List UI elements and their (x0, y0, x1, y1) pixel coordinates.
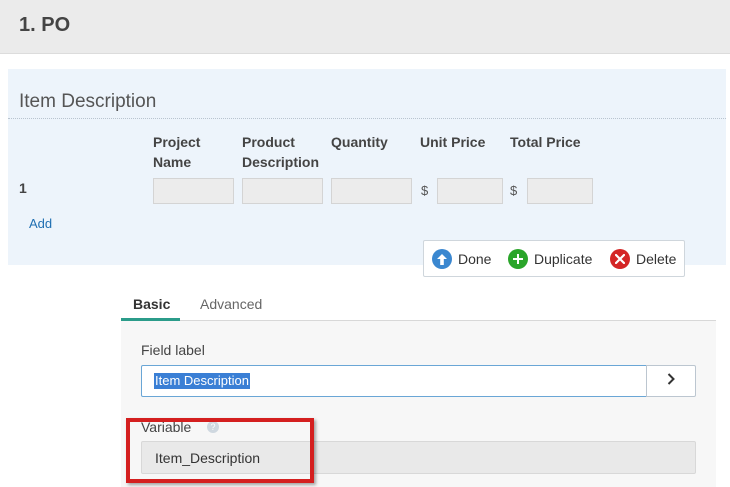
section-title: Item Description (19, 91, 157, 112)
field-toolbar: Done Duplicate Delete (423, 240, 685, 277)
column-header-unit-price: Unit Price (420, 134, 486, 150)
plus-circle-icon (508, 249, 528, 269)
highlight-annotation-box (126, 418, 314, 483)
tab-basic[interactable]: Basic (133, 296, 170, 312)
column-header-total-price: Total Price (510, 134, 581, 150)
duplicate-button[interactable]: Duplicate (508, 248, 592, 270)
field-label-input[interactable]: Item Description (141, 365, 648, 397)
field-label-expand-button[interactable] (646, 365, 696, 397)
field-label-caption: Field label (141, 342, 205, 358)
done-button[interactable]: Done (432, 248, 491, 270)
chevron-right-icon (667, 372, 675, 390)
done-label: Done (458, 251, 492, 267)
tab-advanced[interactable]: Advanced (200, 296, 262, 312)
field-label-value: Item Description (154, 373, 250, 389)
project-name-cell[interactable] (153, 178, 234, 204)
currency-symbol: $ (510, 183, 518, 198)
column-header-quantity: Quantity (331, 134, 388, 150)
duplicate-label: Duplicate (534, 251, 593, 267)
delete-label: Delete (636, 251, 677, 267)
arrow-up-circle-icon (432, 249, 452, 269)
row-number: 1 (19, 180, 27, 196)
column-header-product-description: Product Description (242, 134, 320, 170)
unit-price-cell[interactable] (437, 178, 503, 204)
currency-symbol: $ (421, 183, 429, 198)
section-divider (8, 118, 726, 119)
page-title: 1. PO (19, 14, 71, 36)
x-circle-icon (610, 249, 630, 269)
page-header: 1. PO (0, 0, 730, 54)
delete-button[interactable]: Delete (610, 248, 676, 270)
quantity-cell[interactable] (331, 178, 412, 204)
column-header-project-name: Project Name (153, 134, 201, 170)
panel-cutout (8, 265, 110, 487)
total-price-cell[interactable] (527, 178, 593, 204)
add-row-link[interactable]: Add (29, 216, 52, 231)
product-description-cell[interactable] (242, 178, 323, 204)
